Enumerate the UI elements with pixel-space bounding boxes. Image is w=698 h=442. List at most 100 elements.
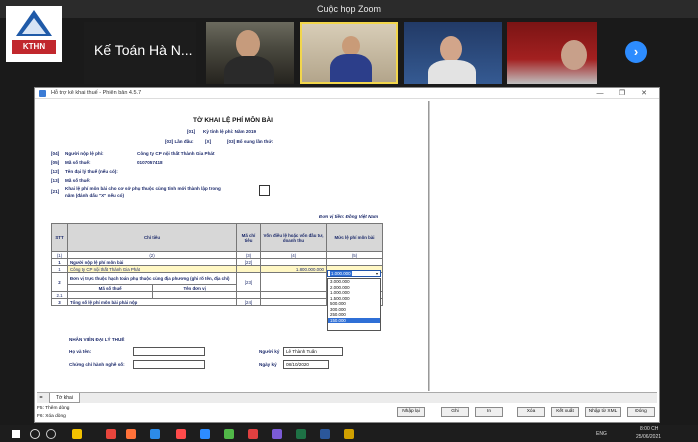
taxcode-code: [05] bbox=[51, 160, 60, 165]
reset-button[interactable]: Nhập lại bbox=[397, 407, 425, 417]
index-cell: (3) bbox=[236, 251, 261, 259]
row-stt: 2.1 bbox=[51, 291, 68, 299]
participant-body bbox=[224, 56, 274, 84]
edge-icon[interactable] bbox=[150, 429, 160, 439]
next-participants-button[interactable]: › bbox=[625, 41, 647, 63]
participant-video-4[interactable] bbox=[507, 22, 597, 84]
currency-unit: Đơn vị tiền: Đồng Việt Nam bbox=[319, 214, 379, 219]
capital-cell[interactable]: 1.800.000.000 bbox=[260, 265, 327, 273]
tax-app-window: Hỗ trợ kê khai thuế - Phiên bản 4.5.7 — ❐… bbox=[34, 87, 660, 423]
row-label: Đơn vị trực thuộc hạch toán phụ thuộc cù… bbox=[67, 272, 237, 285]
row-capital bbox=[260, 272, 327, 292]
dependent-label-2: năm (đánh dấu "X" nếu có) bbox=[65, 193, 124, 198]
app-icon[interactable] bbox=[176, 429, 186, 439]
company-name-cell[interactable]: Công ty CP nội thất Thành Gia Phát bbox=[67, 265, 237, 273]
tab-nav-arrows[interactable]: ◂▸ bbox=[39, 394, 43, 399]
excel-icon[interactable] bbox=[296, 429, 306, 439]
clock-time[interactable]: 8:00 CH bbox=[640, 426, 658, 432]
row-fee bbox=[326, 258, 383, 266]
dependent-checkbox[interactable] bbox=[259, 185, 270, 196]
agent-label: Tên đại lý thuế (nếu có): bbox=[65, 169, 118, 174]
fee-option-highlighted[interactable]: 150.000 bbox=[328, 317, 380, 323]
row-capital[interactable] bbox=[260, 291, 327, 299]
dependent-label-1: Khai lệ phí môn bài cho cơ sở phụ thuộc … bbox=[65, 186, 221, 191]
signer-label: Người ký bbox=[259, 349, 280, 354]
sign-date-field[interactable]: 08/10/2020 bbox=[283, 360, 329, 369]
import-xml-button[interactable]: Nhập từ XML bbox=[585, 407, 621, 417]
fee-level-selected: 1.000.000 bbox=[330, 271, 352, 276]
supplement-label: [03] Bổ sung lần thứ: bbox=[227, 139, 274, 144]
minimize-button[interactable]: — bbox=[589, 88, 611, 99]
participant-video-3[interactable] bbox=[404, 22, 502, 84]
fee-level-select[interactable]: 1.000.000 ▾ bbox=[327, 270, 381, 277]
app-title: Hỗ trợ kê khai thuế - Phiên bản 4.5.7 bbox=[51, 90, 142, 96]
row-code: [24] bbox=[236, 298, 261, 306]
print-button[interactable]: In bbox=[475, 407, 503, 417]
row-label: Tổng số lệ phí môn bài phải nộp bbox=[67, 298, 237, 306]
form-frame: TỜ KHAI LỆ PHÍ MÔN BÀI [01] Kỳ tính lệ p… bbox=[37, 101, 657, 391]
app-titlebar: Hỗ trợ kê khai thuế - Phiên bản 4.5.7 — ❐… bbox=[35, 88, 659, 99]
payer-value: Công ty CP nội thất Thành Gia Phát bbox=[137, 151, 215, 156]
agent-taxcode-code: [13] bbox=[51, 178, 60, 183]
row-label: Người nộp lệ phí môn bài bbox=[67, 258, 237, 266]
agent-staff-heading: NHÂN VIÊN ĐẠI LÝ THUẾ bbox=[69, 337, 125, 342]
save-button[interactable]: Ghi bbox=[441, 407, 469, 417]
row-code: [22] bbox=[236, 258, 261, 266]
coccoc-icon[interactable] bbox=[224, 429, 234, 439]
taxcode-value: 0107057418 bbox=[137, 160, 163, 165]
table-index-row: (1) (2) (3) (4) (5) bbox=[51, 251, 383, 259]
index-cell: (2) bbox=[67, 251, 237, 259]
dependent-code: [21] bbox=[51, 189, 60, 194]
clock-date[interactable]: 25/06/2021 bbox=[636, 434, 661, 440]
store-icon[interactable] bbox=[272, 429, 282, 439]
participant-tile-name[interactable]: Kế Toán Hà N... bbox=[84, 22, 196, 84]
export-button[interactable]: Kết xuất bbox=[551, 407, 579, 417]
payer-label: Người nộp lệ phí: bbox=[65, 151, 104, 156]
sign-date-label: Ngày ký bbox=[259, 362, 277, 367]
participant-video-2-active[interactable] bbox=[300, 22, 398, 84]
row-capital bbox=[260, 258, 327, 266]
app2-icon[interactable] bbox=[248, 429, 258, 439]
tab-declaration[interactable]: Tờ khai bbox=[49, 393, 80, 403]
participant-face bbox=[440, 36, 462, 62]
first-time-value: [X] bbox=[205, 139, 212, 144]
agent-cert-label: Chứng chỉ hành nghề số: bbox=[69, 362, 125, 367]
logo-triangle-inner bbox=[22, 18, 46, 34]
windows-taskbar: ENG 8:00 CH 25/06/2021 bbox=[0, 425, 698, 442]
zoom-icon[interactable] bbox=[200, 429, 210, 439]
maximize-button[interactable]: ❐ bbox=[611, 88, 633, 99]
delete-button[interactable]: Xóa bbox=[517, 407, 545, 417]
header-code: Mã chỉ tiêu bbox=[236, 223, 261, 252]
signer-field[interactable]: Lê Thành Tuấn bbox=[283, 347, 343, 356]
zoom-window-title: Cuộc họp Zoom bbox=[0, 0, 698, 18]
close-form-button[interactable]: Đóng bbox=[627, 407, 655, 417]
table-row: 1 Người nộp lệ phí môn bài [22] bbox=[51, 258, 383, 266]
branch-name-cell[interactable] bbox=[152, 291, 237, 299]
branch-taxcode-cell[interactable] bbox=[66, 291, 154, 299]
agent-cert-field[interactable] bbox=[133, 360, 205, 369]
app3-icon[interactable] bbox=[344, 429, 354, 439]
window-controls: — ❐ ✕ bbox=[589, 88, 655, 99]
windows-icon[interactable] bbox=[12, 430, 20, 438]
search-icon[interactable] bbox=[30, 429, 40, 439]
fee-level-dropdown[interactable]: 3.000.000 2.000.000 1.000.000 1.500.000 … bbox=[327, 278, 381, 331]
chevron-down-icon[interactable]: ▾ bbox=[374, 271, 380, 276]
declaration-form: TỜ KHAI LỆ PHÍ MÔN BÀI [01] Kỳ tính lệ p… bbox=[37, 101, 429, 391]
index-cell: (4) bbox=[260, 251, 327, 259]
form-title: TỜ KHAI LỆ PHÍ MÔN BÀI bbox=[193, 117, 273, 124]
header-indicator: Chỉ tiêu bbox=[67, 223, 237, 252]
agent-name-label: Họ và tên: bbox=[69, 349, 92, 354]
participant-video-1[interactable] bbox=[206, 22, 294, 84]
word-icon[interactable] bbox=[320, 429, 330, 439]
status-add-row: F5: Thêm dòng bbox=[37, 406, 70, 411]
logo-text: KTHN bbox=[12, 40, 56, 54]
close-button[interactable]: ✕ bbox=[633, 88, 655, 99]
agent-name-field[interactable] bbox=[133, 347, 205, 356]
chrome-icon[interactable] bbox=[106, 429, 116, 439]
firefox-icon[interactable] bbox=[126, 429, 136, 439]
explorer-icon[interactable] bbox=[72, 429, 82, 439]
index-cell: (1) bbox=[51, 251, 68, 259]
company-logo: KTHN bbox=[6, 6, 62, 62]
language-indicator[interactable]: ENG bbox=[596, 431, 607, 437]
task-view-icon[interactable] bbox=[46, 429, 56, 439]
